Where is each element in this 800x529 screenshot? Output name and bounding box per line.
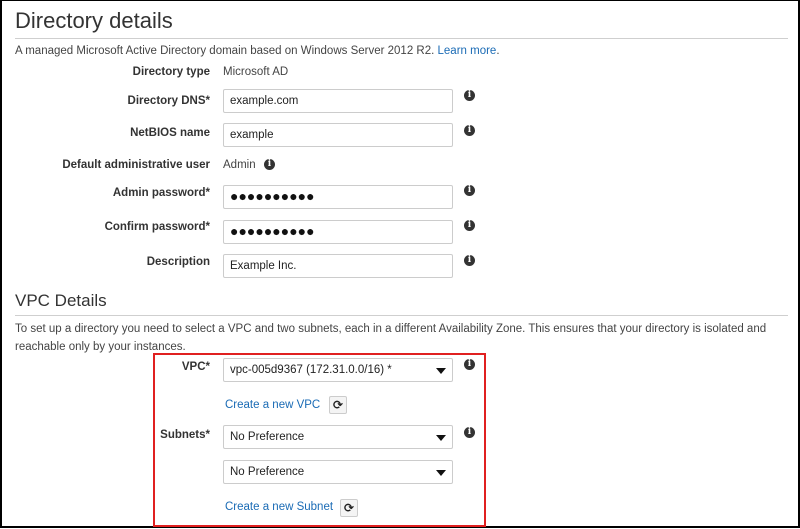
info-icon[interactable]: i	[464, 359, 475, 370]
confirm-password-label: Confirm password*	[104, 221, 210, 233]
directory-type-label: Directory type	[132, 66, 210, 78]
info-icon[interactable]: i	[464, 427, 475, 438]
directory-type-value: Microsoft AD	[223, 66, 289, 78]
subnet-select-1-value: No Preference	[230, 431, 305, 443]
chevron-down-icon	[436, 368, 446, 374]
info-icon[interactable]: i	[464, 125, 475, 136]
admin-password-input[interactable]: ●●●●●●●●●●	[223, 185, 453, 209]
confirm-password-input[interactable]: ●●●●●●●●●●	[223, 220, 453, 244]
directory-description-text: A managed Microsoft Active Directory dom…	[15, 45, 435, 57]
subnets-label: Subnets*	[160, 429, 210, 441]
directory-dns-label: Directory DNS*	[127, 95, 210, 107]
page-frame: Directory details A managed Microsoft Ac…	[0, 0, 800, 528]
vpc-description-line-1: To set up a directory you need to select…	[15, 323, 767, 335]
info-icon[interactable]: i	[464, 90, 475, 101]
default-admin-user-label: Default administrative user	[62, 159, 210, 171]
vpc-label: VPC*	[181, 361, 210, 373]
learn-more-suffix: .	[496, 45, 500, 57]
vpc-description-line-2: reachable only by your instances.	[15, 341, 186, 353]
directory-dns-input[interactable]: example.com	[223, 89, 453, 113]
description-label: Description	[146, 256, 210, 268]
netbios-name-label: NetBIOS name	[130, 127, 210, 139]
info-icon[interactable]: i	[264, 159, 275, 170]
info-icon[interactable]: i	[464, 255, 475, 266]
vpc-select[interactable]: vpc-005d9367 (172.31.0.0/16) *	[223, 358, 453, 382]
description-input[interactable]: Example Inc.	[223, 254, 453, 278]
subnet-select-1[interactable]: No Preference	[223, 425, 453, 449]
directory-description: A managed Microsoft Active Directory dom…	[15, 45, 500, 57]
default-admin-user-value: Admin	[223, 159, 256, 171]
learn-more-link[interactable]: Learn more	[438, 45, 497, 57]
admin-password-label: Admin password*	[112, 187, 210, 199]
section-title-vpc-details: VPC Details	[15, 291, 107, 310]
info-icon[interactable]: i	[464, 185, 475, 196]
divider	[15, 38, 788, 39]
refresh-icon[interactable]: ⟳	[340, 499, 358, 517]
subnet-select-2[interactable]: No Preference	[223, 460, 453, 484]
create-subnet-link[interactable]: Create a new Subnet	[225, 501, 333, 513]
chevron-down-icon	[436, 470, 446, 476]
vpc-select-value: vpc-005d9367 (172.31.0.0/16) *	[230, 364, 392, 376]
info-icon[interactable]: i	[464, 220, 475, 231]
netbios-name-input[interactable]: example	[223, 123, 453, 147]
chevron-down-icon	[436, 435, 446, 441]
subnet-select-2-value: No Preference	[230, 466, 305, 478]
divider	[15, 315, 788, 316]
refresh-icon[interactable]: ⟳	[329, 396, 347, 414]
create-vpc-link[interactable]: Create a new VPC	[225, 399, 320, 411]
section-title-directory-details: Directory details	[15, 8, 173, 33]
